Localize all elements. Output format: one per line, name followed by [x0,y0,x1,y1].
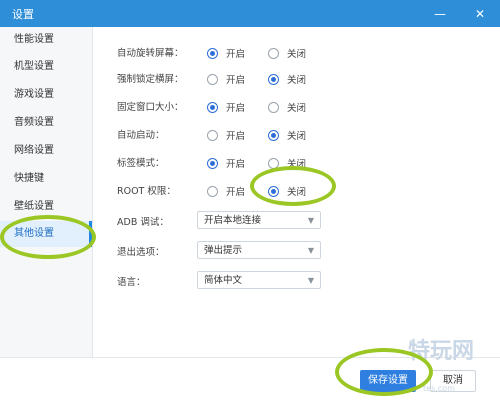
adb-debug-label: ADB 调试： [117,217,169,228]
force-landscape-label: 强制锁定横屏： [117,74,184,85]
radio-label: 开启 [226,187,246,198]
minimize-icon[interactable]: — [420,0,460,27]
auto-start-on-radio[interactable]: 开启 [207,128,245,142]
chevron-down-icon: ▼ [307,276,314,285]
radio-circle[interactable] [268,101,279,113]
radio-label: 关闭 [287,75,307,86]
sidebar-item-label: 音频设置 [14,117,54,128]
radio-label: 关闭 [287,187,307,198]
fixed-window-off-radio[interactable]: 关闭 [268,100,306,114]
sidebar-item-label: 网络设置 [14,145,54,156]
auto-start-label: 自动启动： [117,130,165,141]
watermark-logo: 特玩网 [408,339,475,364]
sidebar-item-label: 机型设置 [14,61,54,72]
radio-circle[interactable] [268,157,279,169]
chevron-down-icon: ▼ [307,246,314,255]
radio-label: 开启 [226,103,246,114]
radio-label: 开启 [226,75,246,86]
radio-circle[interactable] [268,129,279,141]
sidebar-item-network[interactable]: 网络设置 [0,138,92,164]
sidebar-item-label: 壁纸设置 [14,201,54,212]
radio-label: 关闭 [287,49,307,60]
radio-circle[interactable] [207,185,218,197]
radio-circle[interactable] [207,157,218,169]
sidebar-item-label: 游戏设置 [14,89,54,100]
radio-label: 关闭 [287,131,307,142]
language-select[interactable]: 简体中文 ▼ [197,271,321,289]
select-value: 开启本地连接 [204,215,262,226]
chevron-down-icon: ▼ [307,216,314,225]
auto-rotate-label: 自动旋转屏幕： [117,48,184,59]
tab-mode-on-radio[interactable]: 开启 [207,156,245,170]
auto-rotate-on-radio[interactable]: 开启 [207,46,245,60]
radio-label: 开启 [226,49,246,60]
select-value: 简体中文 [204,275,243,286]
sidebar-item-label: 性能设置 [14,34,54,45]
root-permission-label: ROOT 权限： [117,186,176,197]
fixed-window-on-radio[interactable]: 开启 [207,100,245,114]
close-icon[interactable]: ✕ [460,0,500,27]
radio-circle[interactable] [268,47,279,59]
force-landscape-on-radio[interactable]: 开启 [207,72,245,86]
sidebar-item-audio[interactable]: 音频设置 [0,110,92,136]
radio-circle[interactable] [207,129,218,141]
auto-rotate-off-radio[interactable]: 关闭 [268,46,306,60]
watermark-url: tes.com [423,384,455,393]
settings-panel: 自动旋转屏幕： 开启 关闭 强制锁定横屏： 开启 关闭 固定窗口大小： 开启 关… [93,27,500,357]
sidebar-item-performance[interactable]: 性能设置 [0,27,92,53]
exit-option-label: 退出选项： [117,247,165,258]
sidebar-item-shortcuts[interactable]: 快捷键 [0,166,92,192]
sidebar-item-label: 其他设置 [14,228,54,239]
window-title: 设置 [12,8,34,21]
tab-mode-off-radio[interactable]: 关闭 [268,156,306,170]
radio-label: 关闭 [287,159,307,170]
select-value: 弹出提示 [204,245,243,256]
auto-start-off-radio[interactable]: 关闭 [268,128,306,142]
language-label: 语言： [117,277,146,288]
sidebar-item-label: 快捷键 [14,173,44,184]
fixed-window-label: 固定窗口大小： [117,102,184,113]
radio-label: 开启 [226,159,246,170]
radio-circle[interactable] [207,73,218,85]
radio-circle[interactable] [207,101,218,113]
adb-debug-select[interactable]: 开启本地连接 ▼ [197,211,321,229]
root-permission-off-radio[interactable]: 关闭 [268,184,306,198]
title-bar: 设置 — ✕ [0,0,500,27]
save-settings-button[interactable]: 保存设置 [360,370,416,392]
force-landscape-off-radio[interactable]: 关闭 [268,72,306,86]
sidebar-item-other[interactable]: 其他设置 [0,221,92,247]
radio-circle[interactable] [268,73,279,85]
radio-circle[interactable] [207,47,218,59]
radio-label: 关闭 [287,103,307,114]
sidebar-item-model[interactable]: 机型设置 [0,54,92,80]
radio-label: 开启 [226,131,246,142]
radio-circle[interactable] [268,185,279,197]
sidebar: 性能设置 机型设置 游戏设置 音频设置 网络设置 快捷键 壁纸设置 其他设置 [0,27,93,357]
tab-mode-label: 标签模式： [117,158,165,169]
exit-option-select[interactable]: 弹出提示 ▼ [197,241,321,259]
sidebar-item-game[interactable]: 游戏设置 [0,82,92,108]
root-permission-on-radio[interactable]: 开启 [207,184,245,198]
sidebar-item-wallpaper[interactable]: 壁纸设置 [0,194,92,220]
